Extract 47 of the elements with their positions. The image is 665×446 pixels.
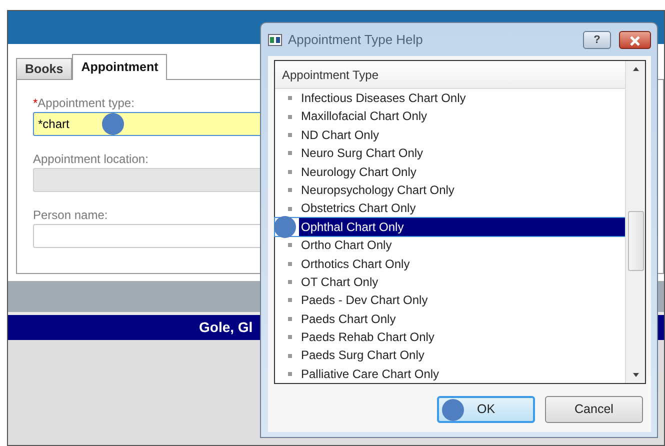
list-item[interactable]: Obstetrics Chart Only: [299, 199, 420, 218]
list-item[interactable]: Ophthal Chart Only: [299, 218, 625, 236]
bullet-icon: [288, 96, 292, 100]
help-button[interactable]: ?: [583, 30, 611, 48]
dialog-title: Appointment Type Help: [288, 30, 423, 49]
list-item[interactable]: Neurology Chart Only: [299, 162, 420, 181]
app-icon: [268, 34, 282, 46]
list-item[interactable]: Palliative Care Chart Only: [299, 364, 444, 384]
list-item[interactable]: Paeds Surg Chart Only: [299, 346, 428, 365]
bullet-icon: [288, 262, 292, 266]
field-label: Appointment location:: [33, 151, 148, 168]
list-item[interactable]: ND Chart Only: [299, 126, 384, 144]
bullet-icon: [288, 372, 292, 376]
field-label: Appointment type:: [38, 95, 134, 112]
list-item[interactable]: Neuropsychology Chart Only: [299, 180, 458, 200]
close-button[interactable]: [619, 30, 651, 48]
bullet-icon: [288, 188, 292, 192]
bullet-icon: [288, 280, 292, 284]
bullet-icon: [288, 170, 292, 174]
bullet-icon: [288, 243, 292, 248]
list-item[interactable]: Ortho Chart Only: [299, 236, 396, 255]
scrollbar[interactable]: [625, 61, 645, 383]
close-icon: [629, 36, 641, 46]
dialog-button[interactable]: Cancel: [545, 396, 643, 423]
list-item[interactable]: Paeds Rehab Chart Only: [299, 328, 438, 346]
column-header[interactable]: Appointment Type: [282, 68, 379, 82]
tab[interactable]: Appointment: [72, 54, 168, 80]
required-mark: *: [33, 95, 38, 112]
bullet-icon: [288, 114, 292, 119]
bullet-icon: [288, 206, 292, 211]
patient-name: Gole, Gl: [199, 319, 253, 335]
list-item[interactable]: Paeds - Dev Chart Only: [299, 291, 432, 310]
scroll-thumb[interactable]: [628, 211, 644, 271]
tab[interactable]: Books: [16, 58, 72, 79]
field-label: Person name:: [33, 207, 108, 224]
list-item[interactable]: Neuro Surg Chart Only: [299, 144, 428, 163]
bullet-icon: [288, 151, 292, 156]
list-item[interactable]: Orthotics Chart Only: [299, 254, 414, 273]
list-item[interactable]: Maxillofacial Chart Only: [299, 107, 432, 126]
list-item[interactable]: Infectious Diseases Chart Only: [299, 89, 470, 108]
bullet-icon: [288, 132, 292, 137]
list-item[interactable]: OT Chart Only: [299, 272, 382, 292]
bullet-icon: [288, 335, 292, 340]
bullet-icon: [288, 354, 292, 358]
list-item[interactable]: Paeds Chart Only: [299, 310, 400, 328]
bullet-icon: [288, 316, 292, 321]
bullet-icon: [288, 298, 292, 302]
